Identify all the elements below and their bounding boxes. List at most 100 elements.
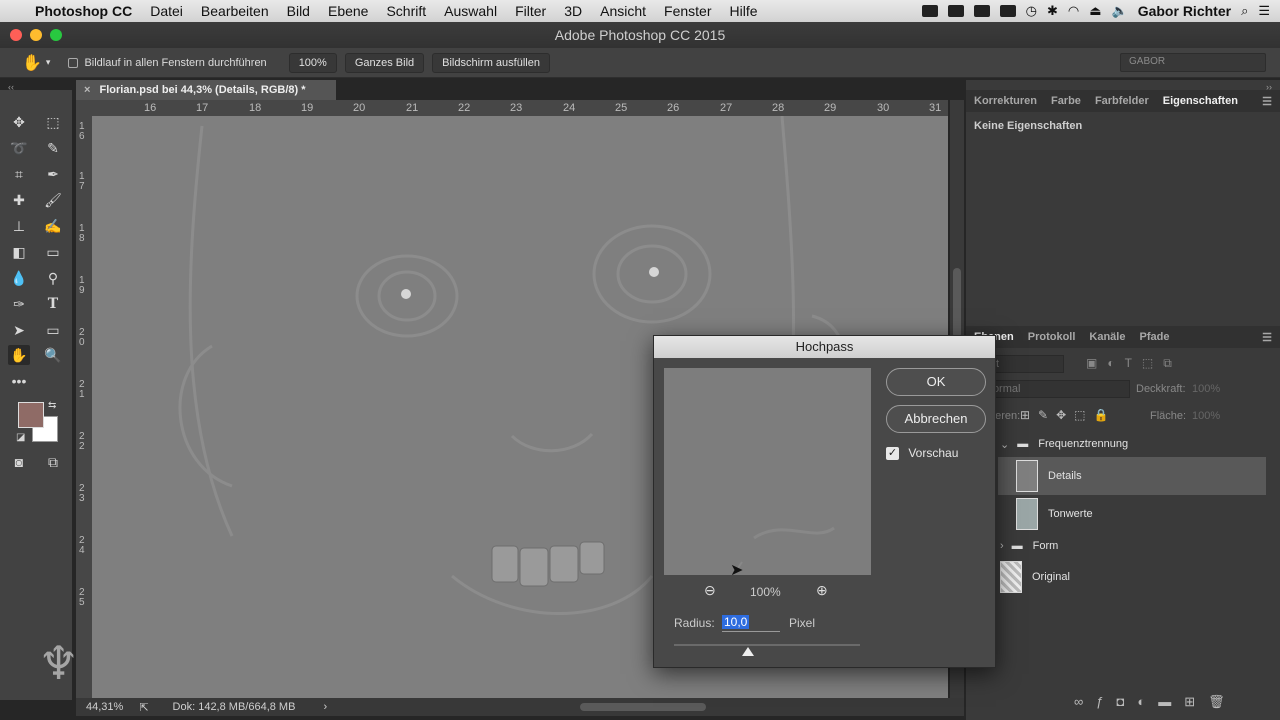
tab-kanaele[interactable]: Kanäle xyxy=(1089,331,1125,343)
cancel-button[interactable]: Abbrechen xyxy=(886,405,986,433)
close-document-icon[interactable]: × xyxy=(84,84,90,96)
menu-bearbeiten[interactable]: Bearbeiten xyxy=(192,3,278,19)
airplay-status-icon[interactable] xyxy=(947,5,964,17)
marquee-tool-icon[interactable]: ⬚ xyxy=(42,112,64,132)
radius-input[interactable]: 10,0 xyxy=(722,614,780,632)
group-collapsed-chevron-icon[interactable]: › xyxy=(1000,540,1004,552)
zoom-out-icon[interactable]: ⊖ xyxy=(704,582,716,599)
volume-icon[interactable]: 🔈 xyxy=(1112,3,1128,19)
document-tab[interactable]: × Florian.psd bei 44,3% (Details, RGB/8)… xyxy=(76,80,336,100)
foreground-color-swatch[interactable] xyxy=(18,402,44,428)
screen-mode-icon[interactable]: ⧉ xyxy=(42,452,64,472)
quick-mask-icon[interactable]: ◙ xyxy=(8,452,30,472)
more-tools-icon[interactable]: ••• xyxy=(8,371,30,391)
healing-brush-tool-icon[interactable]: ✚ xyxy=(8,190,30,210)
eject-icon[interactable]: ⏏ xyxy=(1089,3,1101,19)
wifi-icon[interactable]: ◠ xyxy=(1068,3,1079,19)
layers-panel-menu-icon[interactable]: ☰ xyxy=(1262,331,1272,344)
eyedropper-tool-icon[interactable]: ✒ xyxy=(42,164,64,184)
dodge-tool-icon[interactable]: ⚲ xyxy=(42,268,64,288)
fit-screen-button[interactable]: Ganzes Bild xyxy=(344,52,425,73)
rectangle-tool-icon[interactable]: ▭ xyxy=(42,320,64,340)
zoom-window-button[interactable] xyxy=(50,29,62,41)
horizontal-scrollbar-thumb[interactable] xyxy=(580,703,706,711)
layers-footer-buttons[interactable]: ∞ƒ◘◐▬⊞🗑 xyxy=(1074,694,1274,710)
window-title: Adobe Photoshop CC 2015 xyxy=(554,27,726,43)
gradient-tool-icon[interactable]: ▭ xyxy=(42,242,64,262)
hand-tool-icon[interactable]: ✋ xyxy=(8,345,30,365)
forward-status-icon[interactable] xyxy=(973,5,990,17)
move-tool-icon[interactable]: ✥ xyxy=(8,112,30,132)
layer-details[interactable]: Details xyxy=(998,457,1266,495)
scrollbar-thumb[interactable] xyxy=(953,268,961,338)
folder-icon: ▬ xyxy=(1011,540,1023,552)
menu-ansicht[interactable]: Ansicht xyxy=(591,3,655,19)
home-status-icon[interactable] xyxy=(921,5,938,17)
lasso-tool-icon[interactable]: ➰ xyxy=(8,138,30,158)
workspace-select[interactable]: GABOR xyxy=(1120,53,1266,72)
menu-auswahl[interactable]: Auswahl xyxy=(435,3,506,19)
status-zoom[interactable]: 44,31% xyxy=(86,701,123,713)
status-menu-arrow-icon[interactable]: › xyxy=(323,701,327,713)
notification-center-icon[interactable]: ☰ xyxy=(1258,3,1270,19)
group-expanded-chevron-icon[interactable]: ⌄ xyxy=(1000,438,1009,451)
minimize-window-button[interactable] xyxy=(30,29,42,41)
user-name[interactable]: Gabor Richter xyxy=(1138,3,1231,19)
menu-bild[interactable]: Bild xyxy=(278,3,319,19)
lock-icons[interactable]: ⊞✎✥⬚🔒 xyxy=(1020,408,1116,422)
zoom-in-icon[interactable]: ⊕ xyxy=(816,582,828,599)
bluetooth-icon[interactable]: ✱ xyxy=(1047,3,1058,19)
brush-tool-icon[interactable]: 🖌 xyxy=(42,190,64,210)
type-tool-icon[interactable]: T xyxy=(42,294,64,314)
default-colors-icon[interactable]: ◪ xyxy=(16,432,25,443)
battery-status-icon[interactable] xyxy=(999,5,1016,17)
blend-mode-select[interactable]: Normal xyxy=(978,380,1130,398)
quick-selection-tool-icon[interactable]: ✎ xyxy=(42,138,64,158)
path-selection-tool-icon[interactable]: ➤ xyxy=(8,320,30,340)
radius-slider-thumb[interactable] xyxy=(742,647,754,656)
menu-ebene[interactable]: Ebene xyxy=(319,3,377,19)
history-brush-tool-icon[interactable]: ✍ xyxy=(42,216,64,236)
layer-filter-icons[interactable]: ▣◐T⬚⧉ xyxy=(1086,356,1182,371)
layer-original[interactable]: Original xyxy=(1000,558,1280,596)
menu-3d[interactable]: 3D xyxy=(555,3,591,19)
blur-tool-icon[interactable]: 💧 xyxy=(8,268,30,288)
panel-menu-icon[interactable]: ☰ xyxy=(1262,95,1272,108)
opacity-value[interactable]: 100% xyxy=(1192,383,1220,395)
tab-farbe[interactable]: Farbe xyxy=(1051,95,1081,107)
fill-screen-button[interactable]: Bildschirm ausfüllen xyxy=(432,52,550,73)
tab-farbfelder[interactable]: Farbfelder xyxy=(1095,95,1149,107)
clone-stamp-tool-icon[interactable]: ⊥ xyxy=(8,216,30,236)
menu-hilfe[interactable]: Hilfe xyxy=(721,3,767,19)
toolbar-collapse-icon[interactable]: ‹‹ xyxy=(8,82,14,92)
time-machine-icon[interactable]: ◷ xyxy=(1026,3,1037,19)
fill-value[interactable]: 100% xyxy=(1192,410,1220,422)
zoom-100-button[interactable]: 100% xyxy=(288,52,337,73)
spotlight-search-icon[interactable]: ⌕ xyxy=(1241,3,1248,19)
radius-slider-track[interactable] xyxy=(674,644,860,646)
swap-colors-icon[interactable]: ⇆ xyxy=(48,400,56,411)
scroll-all-checkbox[interactable] xyxy=(68,57,79,68)
menu-schrift[interactable]: Schrift xyxy=(377,3,435,19)
tab-korrekturen[interactable]: Korrekturen xyxy=(974,95,1037,107)
tab-eigenschaften[interactable]: Eigenschaften xyxy=(1163,95,1238,107)
crop-tool-icon[interactable]: ⌗ xyxy=(8,164,30,184)
share-icon[interactable]: ⇱ xyxy=(139,701,148,714)
eraser-tool-icon[interactable]: ◧ xyxy=(8,242,30,262)
app-menu[interactable]: Photoshop CC xyxy=(23,3,141,19)
close-window-button[interactable] xyxy=(10,29,22,41)
filter-preview[interactable] xyxy=(664,368,871,575)
layer-name: Tonwerte xyxy=(1048,508,1093,520)
chevron-down-icon[interactable]: ▾ xyxy=(46,57,51,68)
hand-tool-preset-icon[interactable]: ✋ xyxy=(22,53,42,73)
preview-checkbox[interactable]: ✓ xyxy=(886,447,899,461)
tab-protokoll[interactable]: Protokoll xyxy=(1028,331,1076,343)
pen-tool-icon[interactable]: ✑ xyxy=(8,294,30,314)
tab-pfade[interactable]: Pfade xyxy=(1139,331,1169,343)
menu-datei[interactable]: Datei xyxy=(141,3,192,19)
menu-fenster[interactable]: Fenster xyxy=(655,3,720,19)
preview-checkbox-row[interactable]: ✓ Vorschau xyxy=(886,446,958,461)
menu-filter[interactable]: Filter xyxy=(506,3,555,19)
ok-button[interactable]: OK xyxy=(886,368,986,396)
zoom-tool-icon[interactable]: 🔍 xyxy=(42,345,64,365)
